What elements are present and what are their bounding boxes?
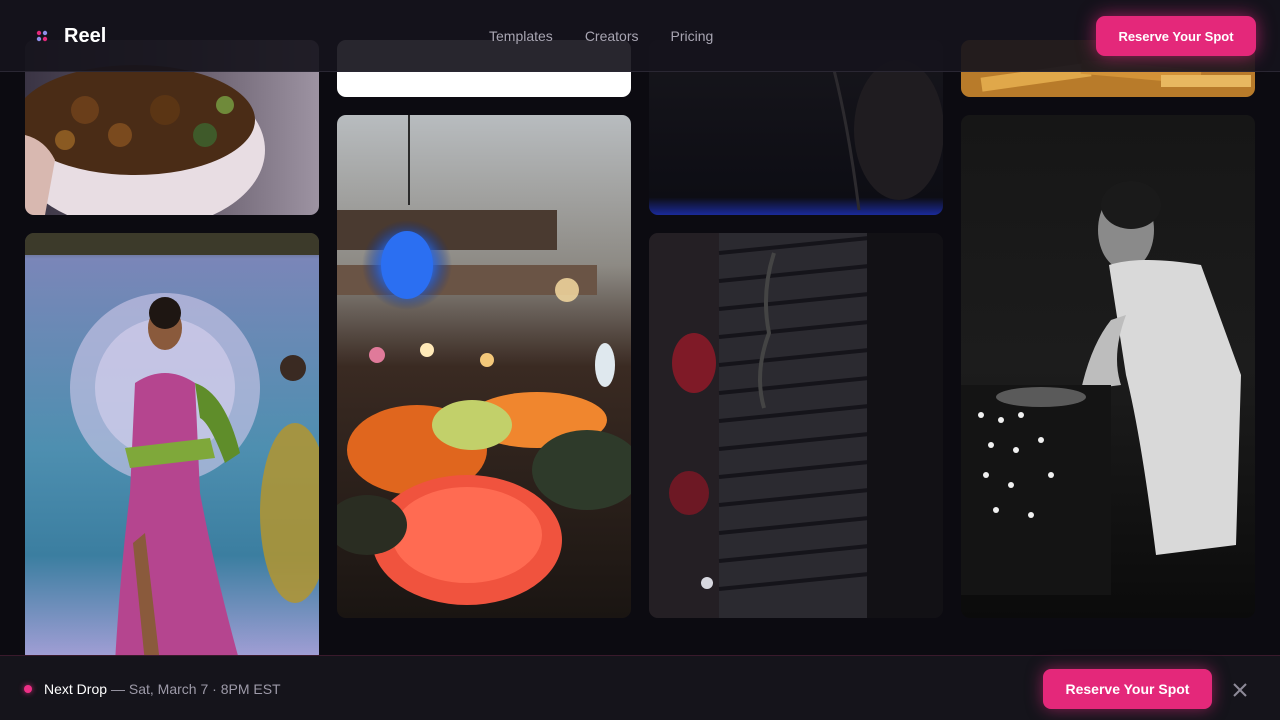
next-drop-label: Next Drop xyxy=(44,681,108,697)
next-drop-date: — Sat, March 7 · 8PM EST xyxy=(111,681,281,697)
reserve-spot-button[interactable]: Reserve Your Spot xyxy=(1096,16,1256,56)
sushi-restaurant-photo[interactable] xyxy=(337,115,631,618)
nav-templates[interactable]: Templates xyxy=(489,27,553,45)
nav-pricing[interactable]: Pricing xyxy=(671,27,714,45)
banner-reserve-spot-button[interactable]: Reserve Your Spot xyxy=(1043,669,1212,709)
dark-shutters-photo[interactable] xyxy=(649,233,943,618)
top-navbar: Reel Templates Creators Pricing Reserve … xyxy=(0,0,1280,72)
reel-logo-icon xyxy=(32,26,52,46)
photo-gallery xyxy=(0,0,1280,720)
nav-creators[interactable]: Creators xyxy=(585,27,639,45)
brand-name: Reel xyxy=(64,25,107,47)
next-drop-banner: Next Drop — Sat, March 7 · 8PM EST Reser… xyxy=(0,655,1280,720)
brand[interactable]: Reel xyxy=(32,24,106,48)
main-nav: Templates Creators Pricing xyxy=(489,27,745,45)
dj-mixing-photo[interactable] xyxy=(961,115,1255,618)
live-indicator-dot xyxy=(24,685,32,693)
close-icon[interactable] xyxy=(1230,680,1250,700)
fashion-runway-photo[interactable] xyxy=(25,233,319,663)
